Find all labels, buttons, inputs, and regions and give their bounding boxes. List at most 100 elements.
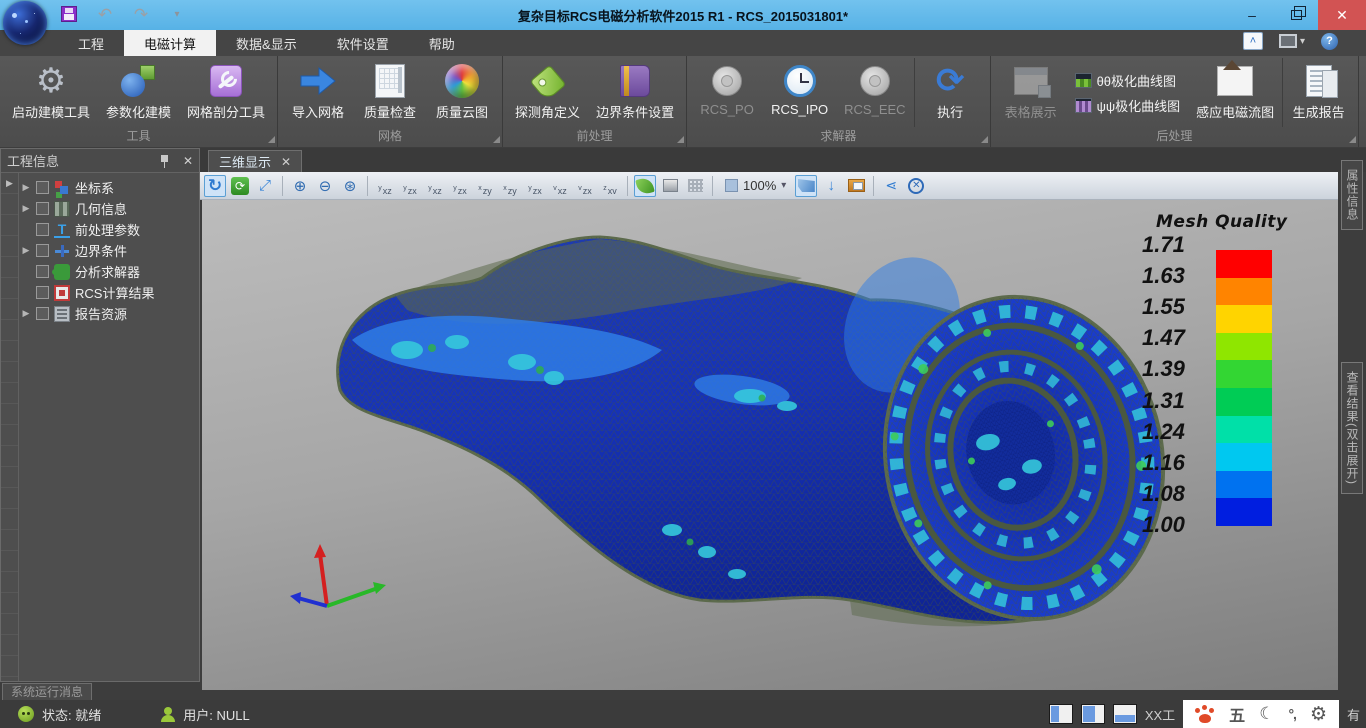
mesh-partition-tool-button[interactable]: 网格剖分工具 bbox=[179, 58, 273, 127]
rcs-po-button[interactable]: RCS_PO bbox=[691, 58, 763, 127]
table-display-button[interactable]: 表格展示 bbox=[995, 58, 1067, 127]
zoom-fit-button[interactable]: ⊛ bbox=[339, 175, 361, 197]
view-preset-button-6[interactable]: xzy bbox=[499, 175, 521, 197]
tab-em-compute[interactable]: 电磁计算 bbox=[124, 30, 216, 56]
tag-icon bbox=[529, 65, 566, 102]
tab-project[interactable]: 工程 bbox=[58, 30, 124, 56]
punctuation-icon[interactable]: °, bbox=[1288, 706, 1296, 722]
view-preset-button-10[interactable]: zxv bbox=[599, 175, 621, 197]
tree-item-report-resources[interactable]: ▶ 报告资源 bbox=[19, 303, 199, 324]
induced-current-map-button[interactable]: 感应电磁流图 bbox=[1188, 58, 1282, 127]
moon-icon[interactable]: ☾ bbox=[1259, 704, 1274, 724]
view-preset-button-1[interactable]: yxz bbox=[374, 175, 396, 197]
checkbox[interactable] bbox=[36, 181, 49, 194]
launch-modeling-tool-button[interactable]: ⚙ 启动建模工具 bbox=[4, 58, 98, 127]
quality-check-button[interactable]: 质量检查 bbox=[354, 58, 426, 127]
checkbox[interactable] bbox=[36, 307, 49, 320]
group-expand-corner[interactable] bbox=[1349, 136, 1356, 143]
import-mesh-button[interactable]: 导入网格 bbox=[282, 58, 354, 127]
redo-button[interactable]: ↷ bbox=[130, 3, 152, 25]
tree-item-boundary-conditions[interactable]: ▶ 边界条件 bbox=[19, 240, 199, 261]
boundary-settings-button[interactable]: 边界条件设置 bbox=[588, 58, 682, 127]
view-preset-button-9[interactable]: vzx bbox=[574, 175, 596, 197]
close-view-button[interactable]: ✕ bbox=[905, 175, 927, 197]
zoom-level-dropdown[interactable]: 100% ▾ bbox=[719, 178, 792, 193]
tab-help[interactable]: 帮助 bbox=[409, 30, 475, 56]
rotate-view-button[interactable]: ↻ bbox=[204, 175, 226, 197]
preview-mode-button[interactable] bbox=[795, 175, 817, 197]
status-bar: 状态: 就绪 用户: NULL XX工 五 ☾ °, ⚙ 有 bbox=[0, 700, 1366, 728]
zoom-in-button[interactable]: ⊕ bbox=[289, 175, 311, 197]
close-button[interactable]: ✕ bbox=[1318, 0, 1366, 30]
tree-item-rcs-results[interactable]: RCS计算结果 bbox=[19, 282, 199, 303]
checkbox[interactable] bbox=[36, 265, 49, 278]
tree-item-analysis-solver[interactable]: 分析求解器 bbox=[19, 261, 199, 282]
sphere-cube-icon bbox=[121, 63, 157, 99]
view-preset-button-7[interactable]: yzx bbox=[524, 175, 546, 197]
qat-dropdown-button[interactable]: ▾ bbox=[166, 3, 188, 25]
row-arrow-icon[interactable]: ▶ bbox=[1, 173, 18, 193]
rcs-ipo-button[interactable]: RCS_IPO bbox=[763, 58, 836, 127]
shaded-render-button[interactable] bbox=[634, 175, 656, 197]
ime-mode-text[interactable]: 五 bbox=[1229, 702, 1245, 726]
checkbox[interactable] bbox=[36, 244, 49, 257]
undo-button[interactable]: ↶ bbox=[94, 3, 116, 25]
view-preset-button-3[interactable]: yxz bbox=[424, 175, 446, 197]
group-expand-corner[interactable] bbox=[677, 136, 684, 143]
view-preset-button-4[interactable]: yzx bbox=[449, 175, 471, 197]
display-menu-button[interactable]: ▾ bbox=[1279, 34, 1305, 48]
minimize-button[interactable]: – bbox=[1230, 0, 1274, 30]
tab-property-info[interactable]: 属性信息 bbox=[1341, 160, 1363, 230]
collapse-ribbon-button[interactable]: ˄ bbox=[1243, 32, 1263, 50]
panel-close-icon[interactable]: ✕ bbox=[183, 154, 193, 168]
help-button[interactable]: ? bbox=[1321, 33, 1338, 50]
view-preset-button-2[interactable]: yzx bbox=[399, 175, 421, 197]
flat-render-button[interactable] bbox=[659, 175, 681, 197]
execute-button[interactable]: ⟳ 执行 bbox=[914, 58, 986, 127]
group-expand-corner[interactable] bbox=[981, 136, 988, 143]
download-view-button[interactable]: ↓ bbox=[820, 175, 842, 197]
pin-icon[interactable] bbox=[159, 154, 171, 168]
ime-settings-gear-icon[interactable]: ⚙ bbox=[1310, 703, 1327, 726]
status-icon bbox=[18, 706, 34, 722]
title-bar: 复杂目标RCS电磁分析软件2015 R1 - RCS_2015031801* ↶… bbox=[0, 0, 1366, 30]
tree-item-preprocess-params[interactable]: T 前处理参数 bbox=[19, 219, 199, 240]
generate-report-button[interactable]: 生成报告 bbox=[1282, 58, 1354, 127]
view-preset-button-5[interactable]: xzy bbox=[474, 175, 496, 197]
rcs-eec-button[interactable]: RCS_EEC bbox=[836, 58, 913, 127]
layout-bottom-button[interactable] bbox=[1113, 704, 1137, 724]
group-expand-corner[interactable] bbox=[493, 136, 500, 143]
theta-polar-curve-button[interactable]: θθ极化曲线图 bbox=[1075, 71, 1181, 90]
ime-paw-icon[interactable] bbox=[1195, 705, 1215, 723]
checkbox[interactable] bbox=[36, 202, 49, 215]
tree-item-coordinate-system[interactable]: ▶ 坐标系 bbox=[19, 177, 199, 198]
export-image-button[interactable] bbox=[845, 175, 867, 197]
share-button[interactable]: ⋖ bbox=[880, 175, 902, 197]
tree-item-geometry-info[interactable]: ▶ 几何信息 bbox=[19, 198, 199, 219]
probe-angle-button[interactable]: 探测角定义 bbox=[507, 58, 588, 127]
tab-data-display[interactable]: 数据&显示 bbox=[216, 30, 317, 56]
zoom-out-button[interactable]: ⊖ bbox=[314, 175, 336, 197]
tab-close-icon[interactable]: ✕ bbox=[281, 155, 291, 169]
pan-view-button[interactable]: ⤢ bbox=[254, 175, 276, 197]
checkbox[interactable] bbox=[36, 223, 49, 236]
refresh-view-button[interactable]: ⟳ bbox=[229, 175, 251, 197]
parametric-modeling-button[interactable]: 参数化建模 bbox=[98, 58, 179, 127]
layout-wide-button[interactable] bbox=[1081, 704, 1105, 724]
3d-viewport[interactable]: Mesh Quality 1.711.63 1.551.47 1.391.31 … bbox=[202, 200, 1338, 690]
checkbox[interactable] bbox=[36, 286, 49, 299]
psi-polar-curve-button[interactable]: ψψ极化曲线图 bbox=[1075, 96, 1181, 115]
wireframe-button[interactable] bbox=[684, 175, 706, 197]
view-preset-button-8[interactable]: vxz bbox=[549, 175, 571, 197]
layout-left-button[interactable] bbox=[1049, 704, 1073, 724]
quality-contour-button[interactable]: 质量云图 bbox=[426, 58, 498, 127]
clock-icon bbox=[784, 65, 816, 97]
restore-button[interactable] bbox=[1274, 0, 1318, 30]
tab-3d-display[interactable]: 三维显示 ✕ bbox=[208, 150, 302, 172]
tab-view-results[interactable]: 查看结果(双击展开) bbox=[1341, 362, 1363, 494]
tab-settings[interactable]: 软件设置 bbox=[317, 30, 409, 56]
save-button[interactable] bbox=[58, 3, 80, 25]
tab-system-messages[interactable]: 系统运行消息 bbox=[2, 683, 92, 700]
group-expand-corner[interactable] bbox=[268, 136, 275, 143]
boundary-icon bbox=[54, 243, 70, 259]
